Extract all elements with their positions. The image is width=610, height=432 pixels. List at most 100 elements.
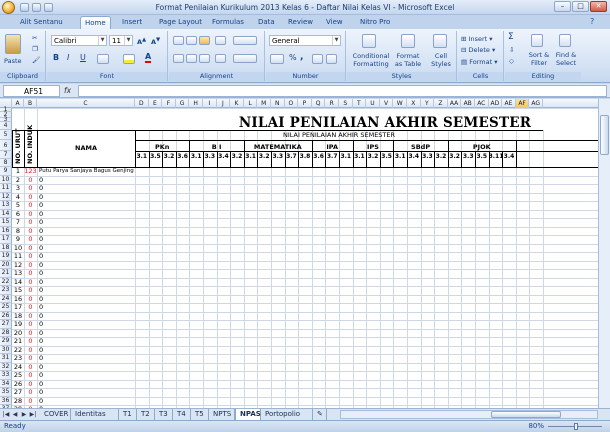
cell-no-induk[interactable]: 0 [24,388,37,396]
new-sheet-icon[interactable]: ✎ [313,409,327,420]
row-header[interactable]: 22 [0,277,12,286]
cell-no-induk[interactable]: 0 [24,252,37,260]
zoom-level[interactable]: 80% [528,422,544,430]
align-right-icon[interactable] [199,54,210,63]
cell-no-urut[interactable]: 26 [12,380,24,388]
column-header-ag[interactable]: AG [529,99,543,108]
first-sheet-icon[interactable]: |◀ [2,410,10,419]
insert-function-icon[interactable]: fx [64,86,71,95]
cell-no-urut[interactable]: 21 [12,337,24,345]
cell-no-urut[interactable]: 16 [12,295,24,303]
sheet-tab-t5[interactable]: T5 [191,409,209,420]
column-header-q[interactable]: Q [312,99,326,108]
row-header[interactable]: 30 [0,345,12,354]
cell-no-induk[interactable]: 0 [24,303,37,311]
cell-no-induk[interactable]: 0 [24,346,37,354]
row-header[interactable]: 25 [0,303,12,312]
column-header-r[interactable]: R [325,99,339,108]
align-top-icon[interactable] [173,36,184,45]
row-header[interactable]: 15 [0,218,12,227]
cell-nama[interactable]: 0 [39,388,43,396]
row-header[interactable]: 9 [0,167,12,176]
row-header[interactable]: 12 [0,192,12,201]
cell-nama[interactable]: 0 [39,286,43,294]
vertical-scroll-thumb[interactable] [600,115,609,155]
cell-no-induk[interactable]: 0 [24,235,37,243]
fill-color-icon[interactable] [123,54,135,64]
row-header[interactable]: 14 [0,209,12,218]
italic-button[interactable]: I [67,54,69,62]
shrink-font-icon[interactable]: A▼ [151,36,160,46]
row-header[interactable]: 29 [0,337,12,346]
column-header-o[interactable]: O [285,99,299,108]
cell-no-induk[interactable]: 0 [24,201,37,209]
tab-data[interactable]: Data [254,16,279,29]
merge-center-icon[interactable] [233,54,257,63]
cell-nama[interactable]: 0 [39,269,43,277]
column-header-g[interactable]: G [176,99,190,108]
column-header-v[interactable]: V [380,99,394,108]
decrease-decimal-icon[interactable] [326,54,337,64]
cell-nama[interactable]: 0 [39,295,43,303]
cell-no-urut[interactable]: 14 [12,278,24,286]
cell-no-urut[interactable]: 6 [12,210,24,218]
column-header-s[interactable]: S [339,99,353,108]
cell-nama[interactable]: 0 [39,201,43,209]
row-header[interactable]: 4 [0,122,12,130]
row-header[interactable]: 32 [0,362,12,371]
cell-nama[interactable]: 0 [39,303,43,311]
row-header[interactable]: 16 [0,226,12,235]
horizontal-scrollbar[interactable] [340,410,598,419]
cell-nama[interactable]: 0 [39,235,43,243]
currency-icon[interactable] [270,54,284,64]
tab-home[interactable]: Home [80,16,111,29]
row-header[interactable]: 33 [0,371,12,380]
find-select-icon[interactable] [559,34,571,47]
cell-no-induk[interactable]: 0 [24,312,37,320]
maximize-button[interactable]: □ [572,1,589,12]
cell-no-urut[interactable]: 23 [12,354,24,362]
tab-nitro-pro[interactable]: Nitro Pro [356,16,394,29]
column-header-m[interactable]: M [257,99,271,108]
grow-font-icon[interactable]: A▲ [137,36,146,46]
tab-insert[interactable]: Insert [118,16,146,29]
cell-no-induk[interactable]: 0 [24,320,37,328]
cell-no-urut[interactable]: 25 [12,371,24,379]
find-select-button[interactable]: Find & Select [553,51,579,67]
zoom-slider-handle[interactable] [574,423,578,430]
cell-nama[interactable]: 0 [39,176,43,184]
cell-no-urut[interactable]: 22 [12,346,24,354]
column-header-y[interactable]: Y [421,99,435,108]
cell-nama[interactable]: 0 [39,218,43,226]
row-header[interactable]: 35 [0,388,12,397]
row-header[interactable]: 7 [0,151,12,159]
cell-no-urut[interactable]: 17 [12,303,24,311]
row-header[interactable]: 31 [0,354,12,363]
cell-no-urut[interactable]: 28 [12,397,24,405]
column-header-p[interactable]: P [298,99,312,108]
row-header[interactable]: 17 [0,235,12,244]
column-header-a[interactable]: A [12,99,24,108]
column-header-l[interactable]: L [244,99,258,108]
percent-button[interactable]: % [289,54,297,62]
cell-no-induk[interactable]: 123 [24,167,37,175]
cell-no-urut[interactable]: 24 [12,363,24,371]
sheet-tab-npas[interactable]: NPAS [235,409,261,420]
cell-no-urut[interactable]: 5 [12,201,24,209]
cell-nama[interactable]: 0 [39,184,43,192]
sheet-tab-t3[interactable]: T3 [155,409,173,420]
column-header-w[interactable]: W [393,99,407,108]
align-middle-icon[interactable] [186,36,197,45]
cell-no-induk[interactable]: 0 [24,278,37,286]
cell-no-urut[interactable]: 1 [12,167,24,175]
column-header-j[interactable]: J [217,99,231,108]
cell-nama[interactable]: 0 [39,261,43,269]
column-header-ab[interactable]: AB [461,99,475,108]
sheet-tab-cover[interactable]: COVER [40,409,71,420]
horizontal-scroll-thumb[interactable] [491,411,561,418]
cell-nama[interactable]: 0 [39,244,43,252]
cell-no-urut[interactable]: 4 [12,193,24,201]
column-header-t[interactable]: T [353,99,367,108]
conditional-formatting-icon[interactable] [362,34,376,48]
clear-icon[interactable]: ◇ [509,57,514,65]
